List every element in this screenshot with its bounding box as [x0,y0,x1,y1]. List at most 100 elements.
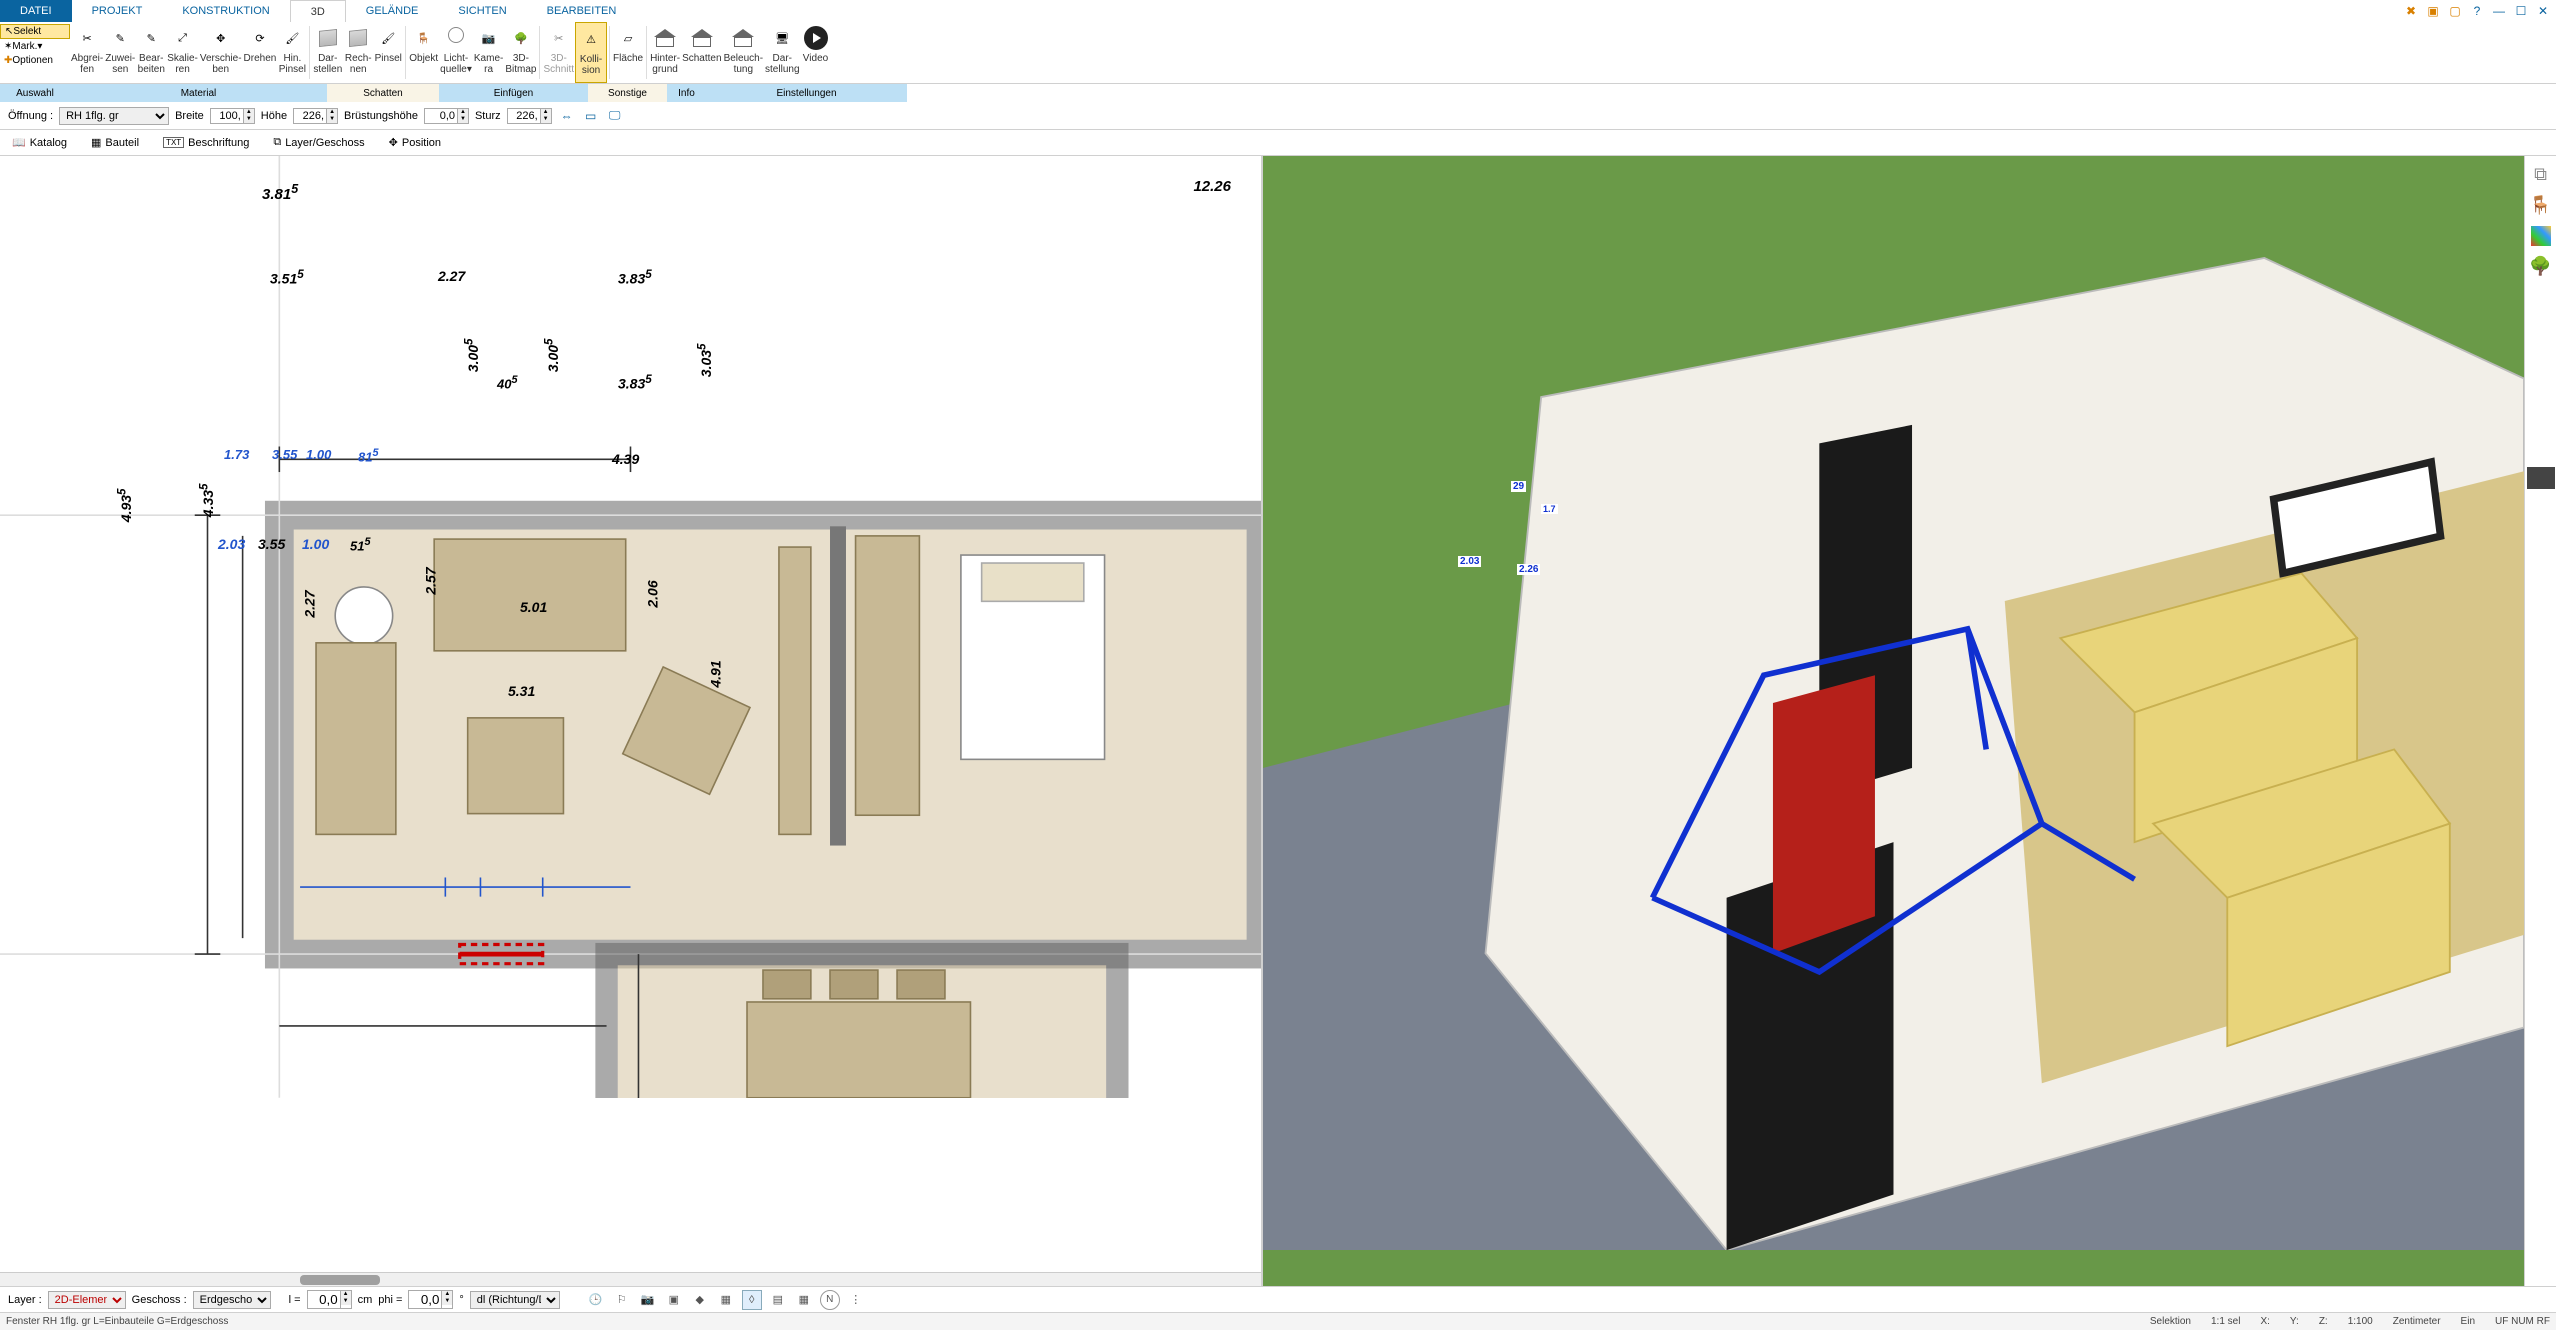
mark-mode[interactable]: ✶ Mark. ▾ [0,40,70,53]
camera-icon[interactable]: 📷 [638,1290,658,1310]
hoehe-down[interactable]: ▼ [327,116,337,123]
tools-icon[interactable]: ✖ [2402,2,2420,20]
breite-up[interactable]: ▲ [244,109,254,116]
phi-input[interactable] [409,1291,441,1308]
bruestung-input[interactable] [425,109,457,123]
cmd-schatten[interactable]: Schatten [681,22,722,83]
sturz-down[interactable]: ▼ [541,116,551,123]
cmd-rechnen[interactable]: Rech- nen [343,22,373,83]
clock-icon[interactable]: 🕒 [586,1290,606,1310]
cmd-flaeche[interactable]: ▱Fläche [612,22,644,83]
cmd-objekt[interactable]: 🪑Objekt [408,22,439,83]
stack-icon[interactable]: ▣ [664,1290,684,1310]
options-button[interactable]: ✚ Optionen [0,54,70,67]
maximize-icon[interactable]: ☐ [2512,2,2530,20]
status-scale: 1:100 [2348,1316,2373,1327]
tab-gelaende[interactable]: GELÄNDE [346,0,439,22]
2d-view[interactable]: 3.815 12.26 4.935 4.335 3.515 2.27 3.005… [0,156,1263,1286]
ctx-bauteil[interactable]: ▦ Bauteil [85,134,145,151]
hatch-icon[interactable]: ▦ [716,1290,736,1310]
breite-down[interactable]: ▼ [244,116,254,123]
cmd-3d-schnitt[interactable]: ✂3D- Schnitt [542,22,575,83]
breite-input[interactable] [211,109,243,123]
l-down[interactable]: ▼ [341,1298,351,1305]
close-icon[interactable]: ✕ [2534,2,2552,20]
grid2-icon[interactable]: ▦ [794,1290,814,1310]
l-input[interactable] [308,1291,340,1308]
tree-icon[interactable]: 🌳 [2529,256,2551,277]
help-icon[interactable]: ? [2468,2,2486,20]
tab-3d[interactable]: 3D [290,0,346,22]
tab-sichten[interactable]: SICHTEN [438,0,526,22]
cmd-verschieben[interactable]: ✥Verschie- ben [199,22,243,83]
swap-icon[interactable]: ▭ [582,107,600,125]
more-icon[interactable]: ⋮ [846,1290,866,1310]
cmd-hintergrund[interactable]: Hinter- grund [649,22,681,83]
cmd-skalieren[interactable]: ⤢Skalie- ren [166,22,199,83]
dim-left-inner: 4.335 [198,483,217,517]
ctx-layer-geschoss[interactable]: ⧉ Layer/Geschoss [267,134,370,151]
cmd-abgreifen[interactable]: ✂Abgrei- fen [70,22,104,83]
screen-icon[interactable]: 🖵 [606,107,624,125]
flag-icon[interactable]: ⚐ [612,1290,632,1310]
minimize-icon[interactable]: — [2490,2,2508,20]
tab-bearbeiten[interactable]: BEARBEITEN [527,0,637,22]
cmd-video[interactable]: Video [801,22,831,83]
cmd-kollision[interactable]: ⚠Kolli- sion [575,22,607,83]
2d-hscroll[interactable] [0,1272,1261,1286]
bruestung-up[interactable]: ▲ [458,109,468,116]
hoehe-input[interactable] [294,109,326,123]
tab-datei[interactable]: DATEI [0,0,72,22]
cmd-bearbeiten[interactable]: ✎Bear- beiten [136,22,166,83]
bruestung-down[interactable]: ▼ [458,116,468,123]
package-icon[interactable]: ▣ [2424,2,2442,20]
status-y: Y: [2290,1316,2299,1327]
cmd-drehen[interactable]: ⟳Drehen [243,22,278,83]
cmd-pinsel[interactable]: 🖌Pinsel [373,22,403,83]
tab-projekt[interactable]: PROJEKT [72,0,163,22]
3d-view[interactable]: 2.03 2.26 29 1.7 [1263,156,2524,1286]
oeffnung-select[interactable]: RH 1flg. gr [59,107,169,125]
cmd-lichtquelle[interactable]: Licht- quelle▾ [439,22,473,83]
cmd-3d-bitmap[interactable]: 🌳3D- Bitmap [504,22,537,83]
box-icon[interactable]: ▢ [2446,2,2464,20]
cmd-hin-pinsel[interactable]: 🖌Hin. Pinsel [277,22,307,83]
select-mode[interactable]: ↖ Selekt [0,24,70,39]
north-icon[interactable]: N [820,1290,840,1310]
cmd-darstellen[interactable]: Dar- stellen [312,22,343,83]
phi-down[interactable]: ▼ [442,1298,452,1305]
bricks-icon[interactable]: ▤ [768,1290,788,1310]
l-up[interactable]: ▲ [341,1291,351,1298]
ink-icon[interactable]: ◆ [690,1290,710,1310]
status-x: X: [2260,1316,2269,1327]
dim-40: 405 [497,374,518,391]
ctx-position[interactable]: ✥ Position [383,134,447,151]
chair-icon[interactable]: 🪑 [2529,195,2551,216]
side-tab-handle[interactable] [2527,467,2555,489]
layer-select[interactable]: 2D-Elemen [48,1291,126,1309]
hoehe-up[interactable]: ▲ [327,109,337,116]
group-schatten: Schatten [327,84,439,102]
layer-label: Layer : [8,1294,42,1306]
cmd-darstellung[interactable]: 🖥Dar- stellung [764,22,800,83]
geschoss-select[interactable]: Erdgeschos [193,1291,271,1309]
cmd-kamera[interactable]: 📷Kame- ra [473,22,504,83]
dim-2-27: 2.27 [438,268,465,284]
sturz-input[interactable] [508,109,540,123]
deg-label: ° [459,1294,463,1306]
width-toggle-icon[interactable]: ⇔ [558,107,576,125]
tab-konstruktion[interactable]: KONSTRUKTION [162,0,289,22]
cmd-beleuchtung[interactable]: Beleuch- tung [723,22,764,83]
dim-3-51: 3.515 [270,268,304,287]
ctx-katalog[interactable]: 📖 Katalog [6,134,73,151]
grid-icon[interactable]: ◊ [742,1290,762,1310]
sturz-up[interactable]: ▲ [541,109,551,116]
colors-icon[interactable] [2531,226,2551,246]
phi-up[interactable]: ▲ [442,1291,452,1298]
status-ein: Ein [2461,1316,2475,1327]
layers-icon[interactable]: ⧉ [2534,164,2547,185]
context-bar: 📖 Katalog ▦ Bauteil TXT Beschriftung ⧉ L… [0,130,2556,156]
direction-select[interactable]: dl (Richtung/Di [470,1291,560,1309]
ctx-beschriftung[interactable]: TXT Beschriftung [157,135,255,151]
cmd-zuweisen[interactable]: ✎Zuwei- sen [104,22,136,83]
